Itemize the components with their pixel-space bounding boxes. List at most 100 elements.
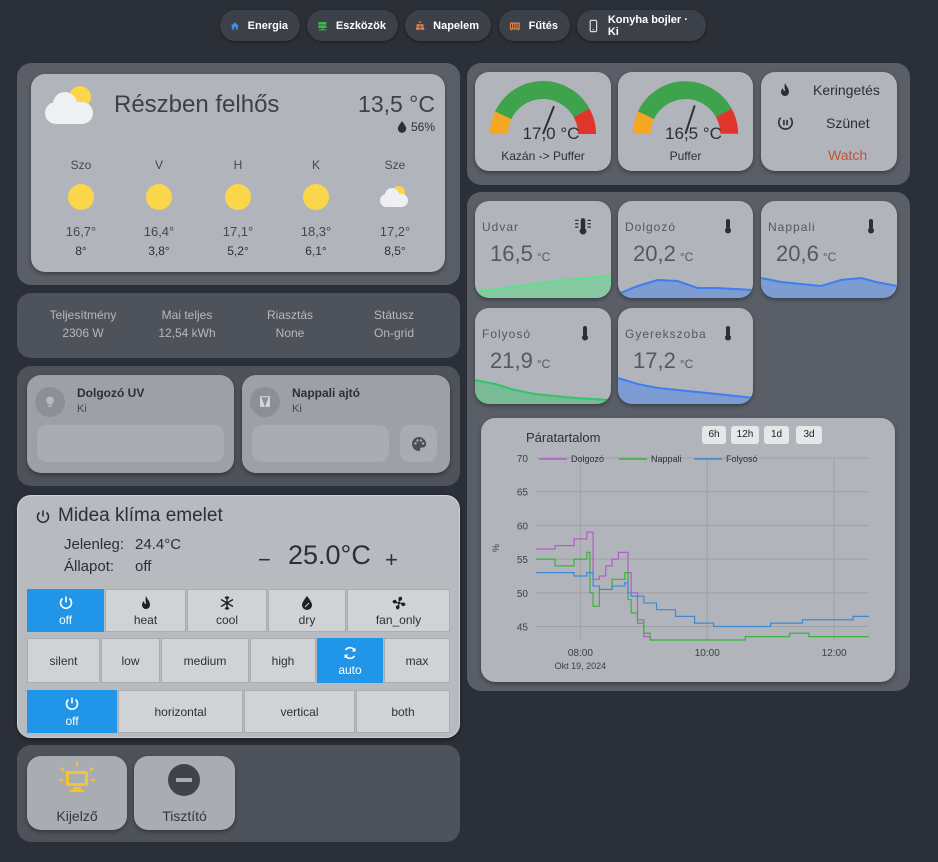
sensor-card-nappali[interactable]: Nappali 20,6 °C: [761, 201, 897, 298]
sensor-card-udvar[interactable]: Udvar 16,5 °C: [475, 201, 611, 298]
fan-low-button[interactable]: low: [101, 638, 160, 683]
device-tile-dolgozo-uv[interactable]: Dolgozó UV Ki: [27, 375, 234, 473]
sparkline-fill: [761, 278, 897, 298]
forecast-day: H 17,1° 5,2°: [222, 158, 254, 258]
partly-cloudy-icon: [45, 86, 97, 126]
chip-napelem[interactable]: Napelem: [405, 10, 491, 41]
thermometer-icon: [868, 219, 874, 234]
device-state: Ki: [77, 403, 87, 415]
solar-stat[interactable]: Státusz On-grid: [344, 308, 444, 340]
fan-high-button[interactable]: high: [250, 638, 316, 683]
swing-horizontal-button[interactable]: horizontal: [118, 690, 243, 733]
pump-watch[interactable]: Watch: [828, 147, 867, 163]
pump-keringetes[interactable]: Keringetés: [813, 82, 880, 98]
humidity-chart-card: Páratartalom 6h 12h 1d 3d 45 50 55 60 65 70 08…: [481, 418, 895, 682]
pump-szunet[interactable]: Szünet: [826, 115, 870, 131]
y-tick-label: 70: [517, 454, 529, 465]
fan-medium-button[interactable]: medium: [161, 638, 249, 683]
sensor-value: 20,2 °C: [633, 241, 694, 266]
chip-label: Energia: [247, 19, 288, 32]
refresh-icon: [344, 646, 356, 659]
kijelzo-button[interactable]: Kijelző: [27, 756, 127, 830]
x-tick-label: 12:00: [822, 648, 847, 659]
forecast-day: Szo 16,7° 8°: [65, 158, 97, 258]
water-percent-icon: [302, 595, 312, 610]
weather-condition: Részben felhős: [114, 91, 280, 118]
increase-temp-button[interactable]: +: [385, 547, 398, 573]
gauge-value: 17,0 °C: [522, 124, 580, 143]
pause-circle-icon: [778, 117, 793, 130]
chip-label: Fűtés: [528, 19, 558, 32]
sensor-value: 16,5 °C: [490, 241, 551, 266]
tisztito-button[interactable]: Tisztító: [134, 756, 235, 830]
chip-eszkozok[interactable]: Eszközök: [307, 10, 398, 41]
power-icon[interactable]: [35, 509, 51, 525]
sensor-value: 21,9 °C: [490, 348, 551, 373]
thermometer-icon: [725, 326, 731, 341]
sparkline-fill: [475, 276, 611, 298]
sensor-value: 20,6 °C: [776, 241, 837, 266]
weather-temperature: 13,5 °C: [358, 91, 435, 117]
cloudy-icon: [380, 184, 410, 210]
sensor-sparkline: [618, 279, 753, 298]
gauge-label: Kazán -> Puffer: [501, 149, 585, 163]
swing-both-button[interactable]: both: [356, 690, 450, 733]
sensor-card-dolgozo[interactable]: Dolgozó 20,2 °C: [618, 201, 753, 298]
device-control-bar[interactable]: [252, 425, 389, 462]
sun-icon: [146, 184, 172, 210]
palette-icon[interactable]: [400, 425, 437, 462]
chip-konyha-bojler[interactable]: Konyha bojler · Ki: [577, 10, 706, 41]
decrease-temp-button[interactable]: −: [258, 547, 271, 573]
swing-off-button[interactable]: off: [27, 690, 117, 733]
gauge-label: Puffer: [669, 149, 702, 163]
gauge-segment-mid: [637, 81, 732, 120]
weather-humidity: 56%: [397, 120, 435, 134]
water-percent-icon: [397, 121, 407, 133]
fan-max-button[interactable]: max: [384, 638, 450, 683]
power-icon: [59, 596, 72, 609]
solar-stat[interactable]: Riasztás None: [240, 308, 340, 340]
hvac-fan-only-button[interactable]: fan_only: [347, 589, 450, 632]
hvac-off-button[interactable]: off: [27, 589, 104, 632]
target-temperature: 25.0°C: [288, 540, 371, 570]
sensor-card-gyerekszoba[interactable]: Gyerekszoba 17,2 °C: [618, 308, 753, 404]
y-tick-label: 60: [517, 521, 529, 532]
sensor-name: Udvar: [482, 220, 520, 234]
chip-energia[interactable]: Energia: [220, 10, 300, 41]
device-state: Ki: [292, 403, 302, 415]
legend-label: Nappali: [651, 454, 682, 464]
y-tick-label: 45: [517, 623, 529, 634]
weather-card[interactable]: Részben felhős 13,5 °C 56% Szo 16,7° 8° …: [31, 74, 445, 272]
sun-icon: [303, 184, 329, 210]
sensor-name: Dolgozó: [625, 220, 677, 234]
home-icon: [230, 21, 240, 30]
sensor-card-folyoso[interactable]: Folyosó 21,9 °C: [475, 308, 611, 404]
snowflake-icon: [220, 595, 234, 610]
hvac-cool-button[interactable]: cool: [187, 589, 267, 632]
bulb-icon: [35, 387, 65, 417]
sun-icon: [68, 184, 94, 210]
legend-label: Dolgozó: [571, 454, 604, 464]
sensor-sparkline: [475, 379, 611, 404]
forecast-day: V 16,4° 3,8°: [143, 158, 175, 258]
solar-stat[interactable]: Mai teljes 12,54 kWh: [137, 308, 237, 340]
sun-icon: [225, 184, 251, 210]
forecast-day: K 18,3° 6,1°: [300, 158, 332, 258]
gauge-card[interactable]: 16,5 °C Puffer: [618, 72, 753, 171]
current-value: 24.4°C: [135, 536, 182, 553]
solar-stat[interactable]: Teljesítmény 2306 W: [33, 308, 133, 340]
fan-silent-button[interactable]: silent: [27, 638, 100, 683]
sensor-sparkline: [618, 377, 753, 404]
swing-vertical-button[interactable]: vertical: [244, 690, 355, 733]
hvac-heat-button[interactable]: heat: [105, 589, 186, 632]
device-tile-nappali-ajto[interactable]: Nappali ajtó Ki: [242, 375, 450, 473]
server-icon: [318, 21, 327, 30]
x-tick-label: 08:00: [568, 648, 593, 659]
chip-label: Napelem: [433, 19, 479, 32]
gauge-card[interactable]: 17,0 °C Kazán -> Puffer: [475, 72, 611, 171]
device-control-bar[interactable]: [37, 425, 224, 462]
chip-futes[interactable]: Fűtés: [499, 10, 570, 41]
fan-auto-button[interactable]: auto: [317, 638, 383, 683]
hvac-dry-button[interactable]: dry: [268, 589, 346, 632]
gauge-value: 16,5 °C: [665, 124, 722, 143]
